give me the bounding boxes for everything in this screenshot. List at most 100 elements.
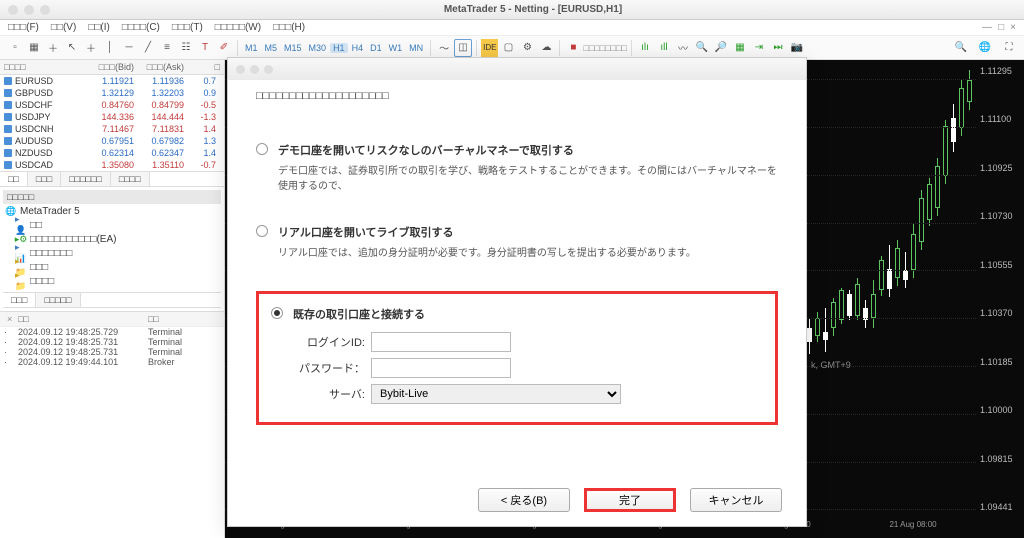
- window-close-icon[interactable]: ×: [1010, 22, 1016, 33]
- window-min-icon[interactable]: —: [982, 22, 992, 33]
- hline-icon[interactable]: ─: [120, 39, 138, 57]
- mw-row[interactable]: AUDUSD0.679510.679821.3: [0, 135, 224, 147]
- tf-d1[interactable]: D1: [367, 43, 385, 53]
- timezone-label: k, GMT+9: [811, 360, 851, 370]
- mw-row[interactable]: NZDUSD0.623140.623471.4: [0, 147, 224, 159]
- cloud-icon[interactable]: ☁: [537, 39, 555, 57]
- crosshair-icon[interactable]: ＋: [82, 39, 100, 57]
- radio-real-input[interactable]: [256, 225, 268, 237]
- equidistant-icon[interactable]: ≡: [158, 39, 176, 57]
- zoom-dot[interactable]: [40, 5, 50, 15]
- grid-icon[interactable]: ▦: [25, 39, 43, 57]
- menu-insert[interactable]: □□(I): [88, 22, 110, 33]
- window-titlebar: MetaTrader 5 - Netting - [EURUSD,H1]: [0, 0, 1024, 20]
- server-select[interactable]: Bybit-Live: [371, 384, 621, 404]
- cancel-button[interactable]: キャンセル: [690, 488, 782, 512]
- nav-tab-0[interactable]: □□□: [3, 293, 36, 307]
- tf-h4[interactable]: H4: [349, 43, 367, 53]
- minimize-dot[interactable]: [24, 5, 34, 15]
- zoomout-icon[interactable]: 🔎: [712, 39, 730, 57]
- tf-m30[interactable]: M30: [306, 43, 330, 53]
- mw-col-bid: □□□(Bid): [84, 62, 134, 72]
- nav-scripts[interactable]: ▸📁□□□: [3, 260, 221, 274]
- close-dot[interactable]: [8, 5, 18, 15]
- tf-m15[interactable]: M15: [281, 43, 305, 53]
- menu-view[interactable]: □□(V): [51, 22, 76, 33]
- vline-icon[interactable]: │: [101, 39, 119, 57]
- mw-tab-1[interactable]: □□□: [28, 172, 61, 186]
- chart-candle-icon[interactable]: ◫: [454, 39, 472, 57]
- radio-real[interactable]: リアル口座を開いてライブ取引する: [256, 224, 778, 240]
- nav-tab-1[interactable]: □□□□□: [36, 293, 80, 307]
- dlg-zoom-dot[interactable]: [264, 65, 273, 74]
- nav-root[interactable]: 🌐MetaTrader 5: [3, 204, 221, 218]
- cursor-icon[interactable]: ↖: [63, 39, 81, 57]
- window-max-icon[interactable]: □: [998, 22, 1004, 33]
- tf-mn[interactable]: MN: [406, 43, 426, 53]
- journal-row: ·2024.09.12 19:49:44.101Broker: [0, 357, 224, 367]
- nav-accounts[interactable]: ▸👤□□: [3, 218, 221, 232]
- menu-tools[interactable]: □□□(T): [172, 22, 203, 33]
- window-controls[interactable]: [8, 5, 50, 15]
- nav-ea[interactable]: ▸⚙□□□□□□□□□□□(EA): [3, 232, 221, 246]
- nav-header: □□□□□: [3, 190, 221, 204]
- tf-m5[interactable]: M5: [262, 43, 281, 53]
- password-input[interactable]: [371, 358, 511, 378]
- account-dialog: □□□□□□□□□□□□□□□□□□□□ デモ口座を開いてリスクなしのバーチャル…: [227, 57, 807, 527]
- zoomin-icon[interactable]: 🔍: [693, 39, 711, 57]
- vol-icon[interactable]: ılı: [636, 39, 654, 57]
- back-button[interactable]: < 戻る(B): [478, 488, 570, 512]
- real-desc: リアル口座では、追加の身分証明が必要です。身分証明書の写しを提出する必要がありま…: [278, 246, 778, 261]
- text-icon[interactable]: T: [196, 39, 214, 57]
- login-input[interactable]: [371, 332, 511, 352]
- menubar: □□□(F) □□(V) □□(I) □□□□(C) □□□(T) □□□□□(…: [0, 20, 1024, 36]
- tf-m1[interactable]: M1: [242, 43, 261, 53]
- new-chart-icon[interactable]: ▫: [6, 39, 24, 57]
- journal-close-icon[interactable]: ×: [4, 314, 18, 324]
- chart-line-icon[interactable]: 〜: [435, 39, 453, 57]
- algo-text[interactable]: □□□□□□□□: [583, 39, 627, 57]
- menu-help[interactable]: □□□(H): [273, 22, 305, 33]
- fibo-icon[interactable]: ☷: [177, 39, 195, 57]
- tf-h1[interactable]: H1: [330, 43, 348, 53]
- existing-account-box: 既存の取引口座と接続する ログインID: パスワード： サーバ: Bybit-L…: [256, 291, 778, 425]
- menu-charts[interactable]: □□□□(C): [122, 22, 160, 33]
- cog-icon[interactable]: ⚙: [518, 39, 536, 57]
- dlg-min-dot[interactable]: [250, 65, 259, 74]
- mw-tab-3[interactable]: □□□□: [111, 172, 150, 186]
- mw-tab-2[interactable]: □□□□□□: [61, 172, 111, 186]
- expand-icon[interactable]: ⛶: [1000, 39, 1018, 57]
- tf-w1[interactable]: W1: [386, 43, 406, 53]
- mw-row[interactable]: EURUSD1.119211.119360.7: [0, 75, 224, 87]
- autoscroll-icon[interactable]: ⏭: [769, 39, 787, 57]
- mw-row[interactable]: USDCAD1.350801.35110-0.7: [0, 159, 224, 171]
- radio-demo-input[interactable]: [256, 143, 268, 155]
- globe-icon[interactable]: 🌐: [976, 39, 994, 57]
- stop-icon[interactable]: ■: [564, 39, 582, 57]
- label-icon[interactable]: ✐: [215, 39, 233, 57]
- plus-icon[interactable]: ＋: [44, 39, 62, 57]
- nav-indicators[interactable]: ▸📊□□□□□□□: [3, 246, 221, 260]
- vol2-icon[interactable]: ıll: [655, 39, 673, 57]
- radio-existing[interactable]: 既存の取引口座と接続する: [271, 306, 763, 322]
- dlg-close-dot[interactable]: [236, 65, 245, 74]
- box1-icon[interactable]: ▢: [499, 39, 517, 57]
- menu-window[interactable]: □□□□□(W): [215, 22, 261, 33]
- shift-icon[interactable]: ⇥: [750, 39, 768, 57]
- mw-row[interactable]: USDCNH7.114677.118311.4: [0, 123, 224, 135]
- radio-demo[interactable]: デモ口座を開いてリスクなしのバーチャルマネーで取引する: [256, 142, 778, 158]
- mw-tab-0[interactable]: □□: [0, 172, 28, 186]
- finish-button[interactable]: 完了: [584, 488, 676, 512]
- mw-row[interactable]: USDJPY144.336144.444-1.3: [0, 111, 224, 123]
- search-icon[interactable]: 🔍: [952, 39, 970, 57]
- wave-icon[interactable]: 〰: [674, 39, 692, 57]
- ide-button[interactable]: IDE: [481, 39, 498, 57]
- mw-row[interactable]: USDCHF0.847600.84799-0.5: [0, 99, 224, 111]
- camera-icon[interactable]: 📷: [788, 39, 806, 57]
- tile-icon[interactable]: ▦: [731, 39, 749, 57]
- nav-services[interactable]: ▸📁□□□□: [3, 274, 221, 288]
- radio-existing-input[interactable]: [271, 307, 283, 319]
- trendline-icon[interactable]: ╱: [139, 39, 157, 57]
- mw-row[interactable]: GBPUSD1.321291.322030.9: [0, 87, 224, 99]
- menu-file[interactable]: □□□(F): [8, 22, 39, 33]
